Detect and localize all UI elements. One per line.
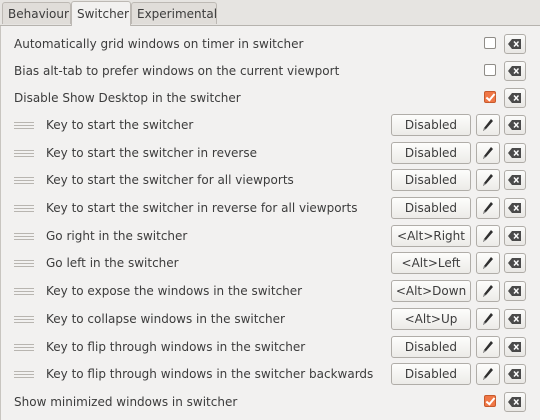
edit-shortcut-button[interactable]	[476, 142, 500, 164]
setting-checkbox[interactable]	[484, 64, 496, 76]
keybinding-row: Key to collapse windows in the switcher <…	[1, 306, 540, 332]
toggle-row: Disable Show Desktop in the switcher	[1, 85, 540, 111]
keybinding-row: Key to flip through windows in the switc…	[1, 361, 540, 387]
reset-setting-button[interactable]	[504, 364, 526, 384]
setting-label: Key to start the switcher	[46, 118, 194, 132]
setting-label: Key to start the switcher in reverse for…	[46, 201, 358, 215]
setting-label: Key to start the switcher in reverse	[46, 146, 258, 160]
setting-label: Key to start the switcher for all viewpo…	[46, 173, 294, 187]
setting-label: Show minimized windows in switcher	[14, 395, 238, 409]
toggle-row: Automatically grid windows on timer in s…	[1, 31, 540, 57]
edit-shortcut-button[interactable]	[476, 197, 500, 219]
setting-label: Automatically grid windows on timer in s…	[14, 37, 304, 51]
edit-shortcut-button[interactable]	[476, 363, 500, 385]
edit-shortcut-button[interactable]	[476, 225, 500, 247]
drag-handle-icon[interactable]	[14, 371, 34, 378]
reset-setting-button[interactable]	[504, 170, 526, 190]
drag-handle-icon[interactable]	[14, 288, 34, 295]
drag-handle-icon[interactable]	[14, 205, 34, 212]
shortcut-button[interactable]: <Alt>Up	[391, 308, 471, 330]
edit-shortcut-button[interactable]	[476, 169, 500, 191]
edit-shortcut-button[interactable]	[476, 252, 500, 274]
reset-setting-button[interactable]	[504, 34, 526, 54]
setting-label: Go left in the switcher	[46, 256, 179, 270]
keybinding-row: Key to start the switcher in reverse for…	[1, 195, 540, 221]
setting-checkbox[interactable]	[484, 37, 496, 49]
tab-behaviour[interactable]: Behaviour	[2, 2, 71, 24]
setting-label: Key to flip through windows in the switc…	[46, 340, 306, 354]
shortcut-button[interactable]: Disabled	[391, 363, 471, 385]
drag-handle-icon[interactable]	[14, 233, 34, 240]
keybinding-row: Key to flip through windows in the switc…	[1, 334, 540, 360]
drag-handle-icon[interactable]	[14, 316, 34, 323]
drag-handle-icon[interactable]	[14, 122, 34, 129]
setting-label: Disable Show Desktop in the switcher	[14, 91, 241, 105]
setting-label: Go right in the switcher	[46, 229, 188, 243]
edit-shortcut-button[interactable]	[476, 280, 500, 302]
drag-handle-icon[interactable]	[14, 260, 34, 267]
setting-checkbox[interactable]	[484, 91, 496, 103]
drag-handle-icon[interactable]	[14, 344, 34, 351]
tab-switcher[interactable]: Switcher	[71, 1, 131, 26]
reset-setting-button[interactable]	[504, 88, 526, 108]
reset-setting-button[interactable]	[504, 309, 526, 329]
shortcut-button[interactable]: Disabled	[391, 336, 471, 358]
shortcut-button[interactable]: Disabled	[391, 114, 471, 136]
shortcut-button[interactable]: <Alt>Left	[391, 252, 471, 274]
reset-setting-button[interactable]	[504, 226, 526, 246]
drag-handle-icon[interactable]	[14, 177, 34, 184]
setting-checkbox[interactable]	[484, 395, 496, 407]
keybinding-row: Key to start the switcher for all viewpo…	[1, 167, 540, 193]
shortcut-button[interactable]: Disabled	[391, 197, 471, 219]
edit-shortcut-button[interactable]	[476, 308, 500, 330]
reset-setting-button[interactable]	[504, 253, 526, 273]
reset-setting-button[interactable]	[504, 392, 526, 412]
keybinding-row: Key to expose the windows in the switche…	[1, 278, 540, 304]
shortcut-button[interactable]: <Alt>Right	[391, 225, 471, 247]
setting-label: Key to expose the windows in the switche…	[46, 284, 303, 298]
keybinding-row: Key to start the switcher Disabled	[1, 112, 540, 138]
drag-handle-icon[interactable]	[14, 150, 34, 157]
toggle-row: Show minimized windows in switcher	[1, 389, 540, 415]
reset-setting-button[interactable]	[504, 143, 526, 163]
keybinding-row: Go left in the switcher <Alt>Left	[1, 250, 540, 276]
keybinding-row: Key to start the switcher in reverse Disa…	[1, 140, 540, 166]
reset-setting-button[interactable]	[504, 115, 526, 135]
reset-setting-button[interactable]	[504, 61, 526, 81]
switcher-settings-panel: Automatically grid windows on timer in s…	[0, 26, 540, 420]
keybinding-row: Go right in the switcher <Alt>Right	[1, 223, 540, 249]
edit-shortcut-button[interactable]	[476, 114, 500, 136]
reset-setting-button[interactable]	[504, 337, 526, 357]
tab-experimental[interactable]: Experimental	[131, 2, 217, 24]
tab-bar: Behaviour Switcher Experimental	[0, 0, 540, 26]
setting-label: Key to flip through windows in the switc…	[46, 367, 374, 381]
setting-label: Key to collapse windows in the switcher	[46, 312, 285, 326]
shortcut-button[interactable]: <Alt>Down	[391, 280, 471, 302]
shortcut-button[interactable]: Disabled	[391, 169, 471, 191]
reset-setting-button[interactable]	[504, 281, 526, 301]
reset-setting-button[interactable]	[504, 198, 526, 218]
setting-label: Bias alt-tab to prefer windows on the cu…	[14, 64, 340, 78]
edit-shortcut-button[interactable]	[476, 336, 500, 358]
toggle-row: Bias alt-tab to prefer windows on the cu…	[1, 58, 540, 84]
shortcut-button[interactable]: Disabled	[391, 142, 471, 164]
